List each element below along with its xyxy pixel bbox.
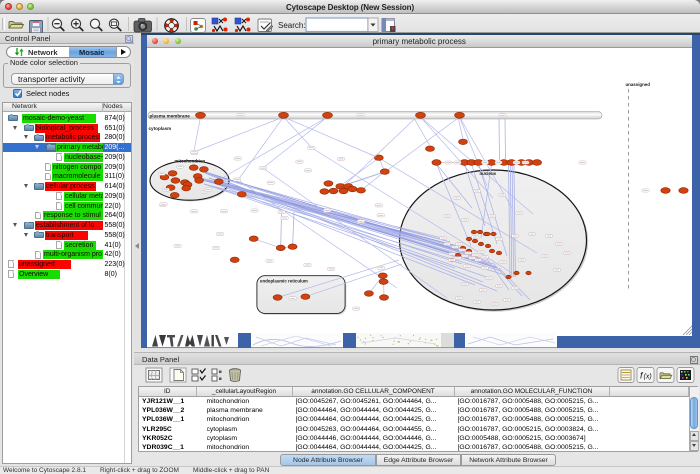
- svg-text:nucleus: nucleus: [479, 171, 496, 176]
- svg-text:(x): (x): [644, 374, 652, 381]
- svg-text:cytoplasm: cytoplasm: [148, 126, 171, 131]
- svg-text:Search:: Search:: [278, 21, 306, 30]
- svg-text:plasma membrane: plasma membrane: [149, 114, 190, 119]
- svg-text:mitochondrion: mitochondrion: [174, 159, 205, 164]
- svg-text:endoplasmic reticulum: endoplasmic reticulum: [260, 279, 308, 284]
- svg-text:unassigned: unassigned: [625, 82, 650, 87]
